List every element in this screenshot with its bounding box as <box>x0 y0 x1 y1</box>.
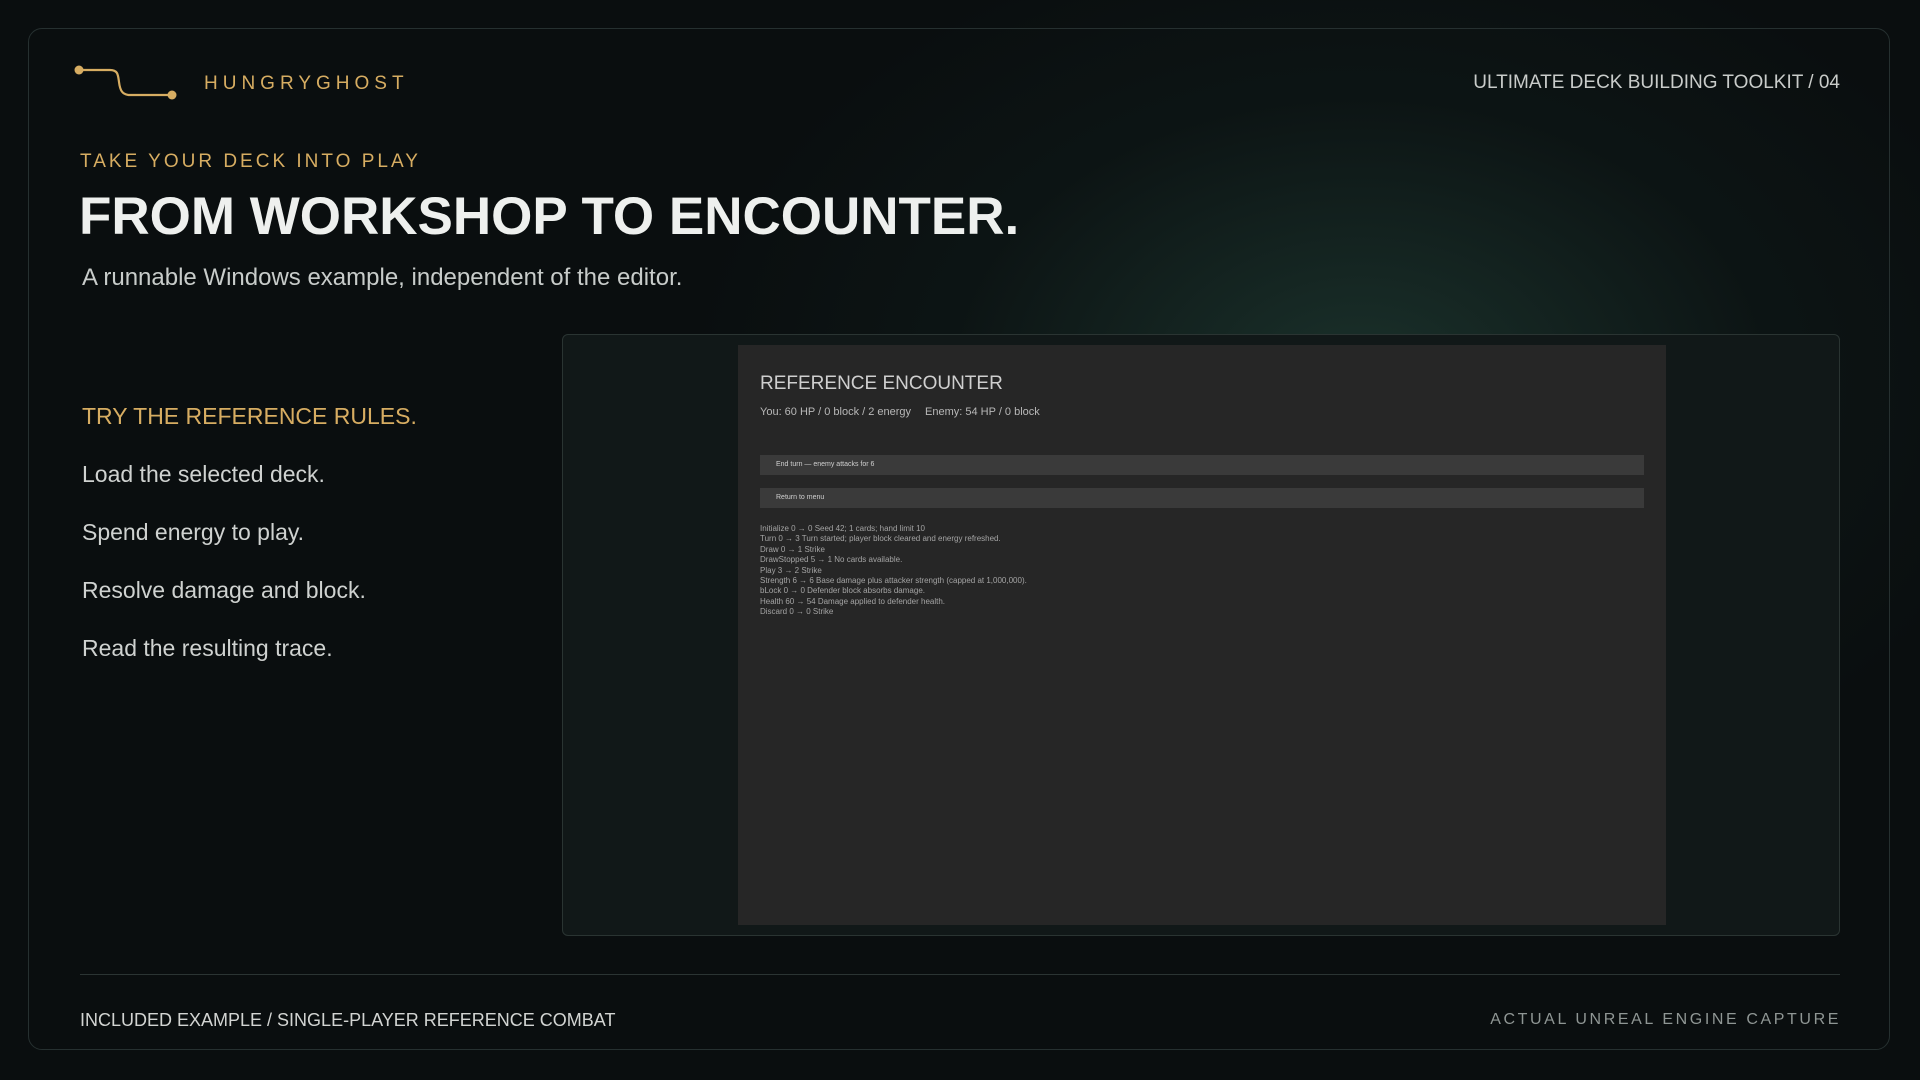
trace-line: Play 3 → 2 Strike <box>760 565 822 575</box>
trace-line: bLock 0 → 0 Defender block absorbs damag… <box>760 586 925 596</box>
return-to-menu-button[interactable]: Return to menu <box>760 488 1644 508</box>
step-item: Resolve damage and block. <box>82 577 366 603</box>
combat-trace: Initialize 0 → 0 Seed 42; 1 cards; hand … <box>760 524 1027 618</box>
end-turn-button[interactable]: End turn — enemy attacks for 6 <box>760 455 1644 475</box>
footer-divider <box>80 974 1840 975</box>
deck-reference: ULTIMATE DECK BUILDING TOOLKIT / 04 <box>1473 72 1840 93</box>
footer-source-note: ACTUAL UNREAL ENGINE CAPTURE <box>1490 1011 1841 1028</box>
player-stats: You: 60 HP / 0 block / 2 energy <box>760 406 912 418</box>
step-item: Load the selected deck. <box>82 461 325 487</box>
page-subtitle: A runnable Windows example, independent … <box>82 264 683 291</box>
encounter-stats: You: 60 HP / 0 block / 2 energy Enemy: 54… <box>760 406 1040 418</box>
enemy-stats: Enemy: 54 HP / 0 block <box>925 406 1040 418</box>
trace-line: Strength 6 → 6 Base damage plus attacker… <box>760 576 1027 586</box>
steps-title: TRY THE REFERENCE RULES. <box>82 403 417 429</box>
encounter-title: REFERENCE ENCOUNTER <box>760 373 1003 394</box>
trace-line: Discard 0 → 0 Strike <box>760 607 834 617</box>
engine-capture-panel: REFERENCE ENCOUNTER You: 60 HP / 0 block… <box>562 334 1840 936</box>
trace-line: Health 60 → 54 Damage applied to defende… <box>760 596 946 606</box>
brand-name: HUNGRYGHOST <box>204 73 409 94</box>
trace-line: DrawStopped 5 → 1 No cards available. <box>760 555 903 565</box>
connector-line-icon <box>74 65 177 100</box>
trace-line: Draw 0 → 1 Strike <box>760 544 825 554</box>
step-item: Read the resulting trace. <box>82 635 333 661</box>
trace-line: Initialize 0 → 0 Seed 42; 1 cards; hand … <box>760 524 925 533</box>
footer-caption: INCLUDED EXAMPLE / SINGLE-PLAYER REFEREN… <box>80 1010 616 1030</box>
game-viewport: REFERENCE ENCOUNTER You: 60 HP / 0 block… <box>738 345 1666 925</box>
brand: HUNGRYGHOST <box>72 62 404 102</box>
trace-line: Turn 0 → 3 Turn started; player block cl… <box>760 534 1001 544</box>
page-title: FROM WORKSHOP TO ENCOUNTER. <box>79 187 1020 246</box>
step-item: Spend energy to play. <box>82 519 305 545</box>
steps-list: Load the selected deck. Spend energy to … <box>82 460 366 692</box>
eyebrow: TAKE YOUR DECK INTO PLAY <box>80 151 421 172</box>
